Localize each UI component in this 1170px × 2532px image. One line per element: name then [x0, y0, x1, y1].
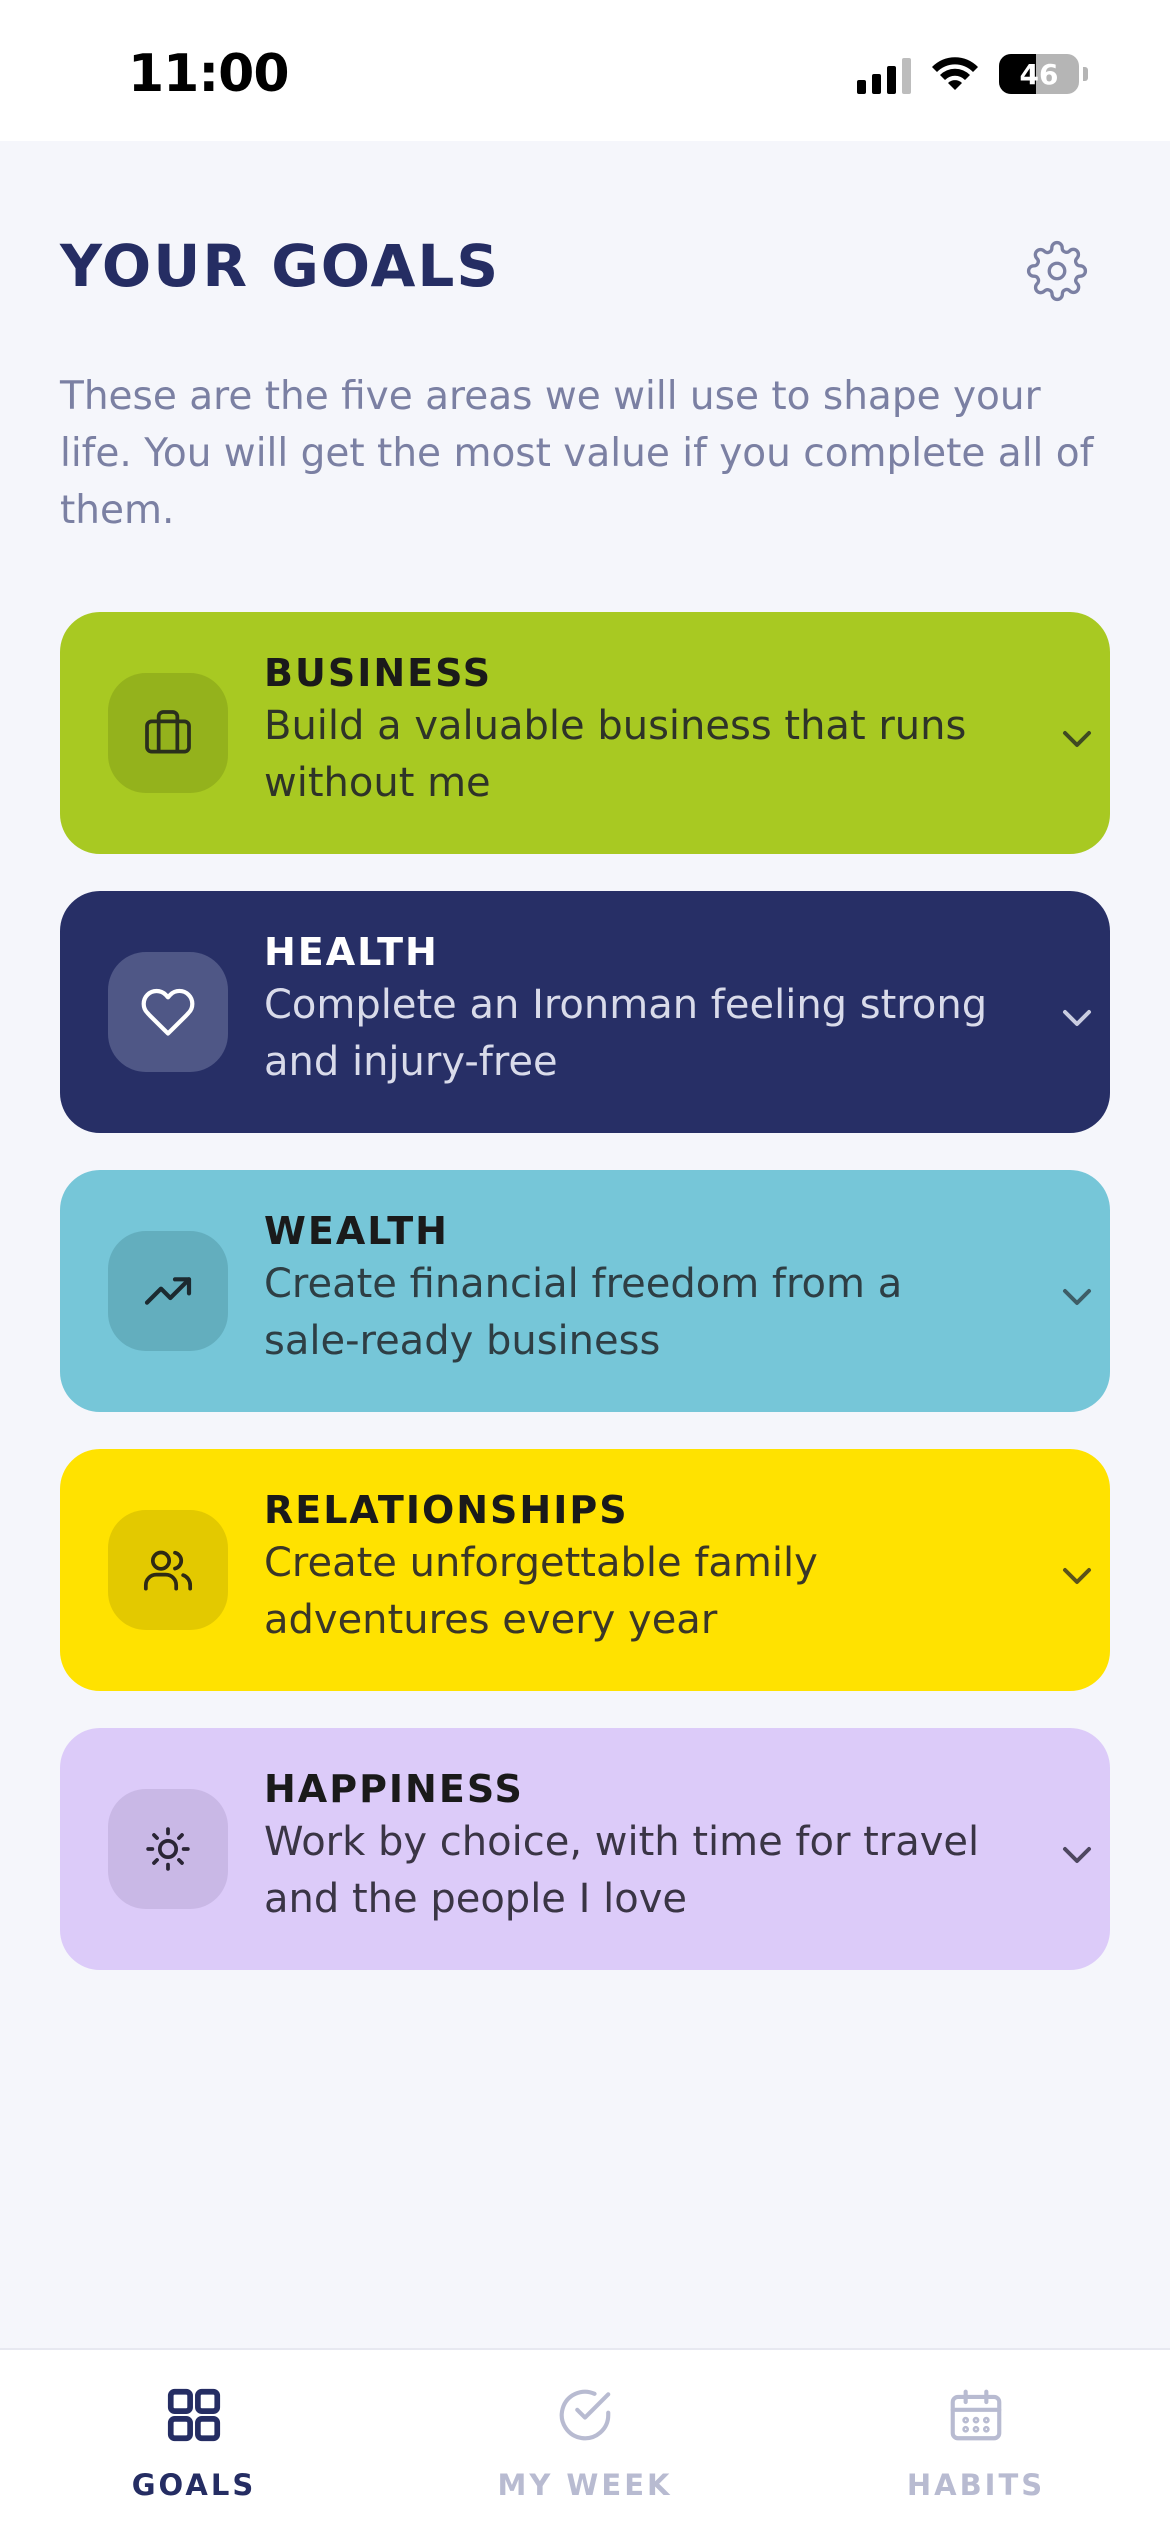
chevron-down-icon[interactable] [1060, 1007, 1094, 1029]
battery-level: 46 [1019, 57, 1059, 91]
goal-text: BUSINESS Build a valuable business that … [264, 648, 1004, 812]
goals-list: BUSINESS Build a valuable business that … [60, 612, 1110, 2007]
chevron-down-icon[interactable] [1060, 1844, 1094, 1866]
page-description: These are the five areas we will use to … [60, 374, 1094, 533]
goal-text: HAPPINESS Work by choice, with time for … [264, 1764, 1004, 1928]
goal-title: WEALTH [264, 1209, 449, 1253]
goal-title: BUSINESS [264, 651, 493, 695]
goal-icon-container [108, 1231, 228, 1351]
page-title: YOUR GOALS [60, 232, 501, 300]
status-bar: 11:00 46 [0, 0, 1170, 141]
tab-goals[interactable]: GOALS [64, 2384, 324, 2502]
goal-card-relationships[interactable]: RELATIONSHIPS Create unforgettable famil… [60, 1449, 1110, 1691]
goal-title: HAPPINESS [264, 1767, 524, 1811]
goal-text: RELATIONSHIPS Create unforgettable famil… [264, 1485, 1004, 1649]
tab-my-week[interactable]: MY WEEK [455, 2384, 715, 2502]
goal-title: HEALTH [264, 930, 439, 974]
battery-icon: 46 [999, 54, 1079, 94]
status-icons: 46 [857, 54, 1088, 94]
chevron-down-icon[interactable] [1060, 1286, 1094, 1308]
calendar-icon [950, 2389, 1002, 2441]
chevron-down-icon[interactable] [1060, 728, 1094, 750]
sun-icon [146, 1827, 190, 1871]
cellular-signal-icon [857, 54, 911, 94]
goal-card-happiness[interactable]: HAPPINESS Work by choice, with time for … [60, 1728, 1110, 1970]
goal-text: HEALTH Complete an Ironman feeling stron… [264, 927, 1004, 1091]
goal-icon-container [108, 1789, 228, 1909]
goal-card-business[interactable]: BUSINESS Build a valuable business that … [60, 612, 1110, 854]
goal-title: RELATIONSHIPS [264, 1488, 629, 1532]
tab-label: MY WEEK [497, 2468, 673, 2502]
goal-description: Complete an Ironman feeling strong and i… [264, 982, 988, 1085]
goal-text: WEALTH Create financial freedom from a s… [264, 1206, 1004, 1370]
users-icon [143, 1550, 193, 1591]
goal-card-health[interactable]: HEALTH Complete an Ironman feeling stron… [60, 891, 1110, 1133]
heart-icon [141, 988, 195, 1036]
goal-icon-container [108, 952, 228, 1072]
tab-habits[interactable]: HABITS [846, 2384, 1106, 2502]
check-circle-icon [559, 2389, 611, 2441]
bottom-tab-bar: GOALS MY WEEK HABITS [0, 2348, 1170, 2532]
goal-description: Build a valuable business that runs with… [264, 703, 967, 806]
trending-up-icon [144, 1277, 192, 1305]
goal-description: Create financial freedom from a sale-rea… [264, 1261, 903, 1364]
gear-icon [1026, 240, 1088, 302]
goal-description: Work by choice, with time for travel and… [264, 1819, 980, 1922]
grid-icon [167, 2388, 221, 2442]
settings-button[interactable] [1026, 240, 1088, 302]
goal-icon-container [108, 1510, 228, 1630]
briefcase-icon [145, 710, 191, 754]
battery-cap [1083, 67, 1088, 81]
chevron-down-icon[interactable] [1060, 1565, 1094, 1587]
status-time: 11:00 [128, 44, 290, 104]
tab-label: GOALS [131, 2468, 257, 2502]
goal-icon-container [108, 673, 228, 793]
goal-description: Create unforgettable family adventures e… [264, 1540, 818, 1643]
goal-card-wealth[interactable]: WEALTH Create financial freedom from a s… [60, 1170, 1110, 1412]
tab-label: HABITS [906, 2468, 1046, 2502]
wifi-icon [932, 57, 978, 90]
